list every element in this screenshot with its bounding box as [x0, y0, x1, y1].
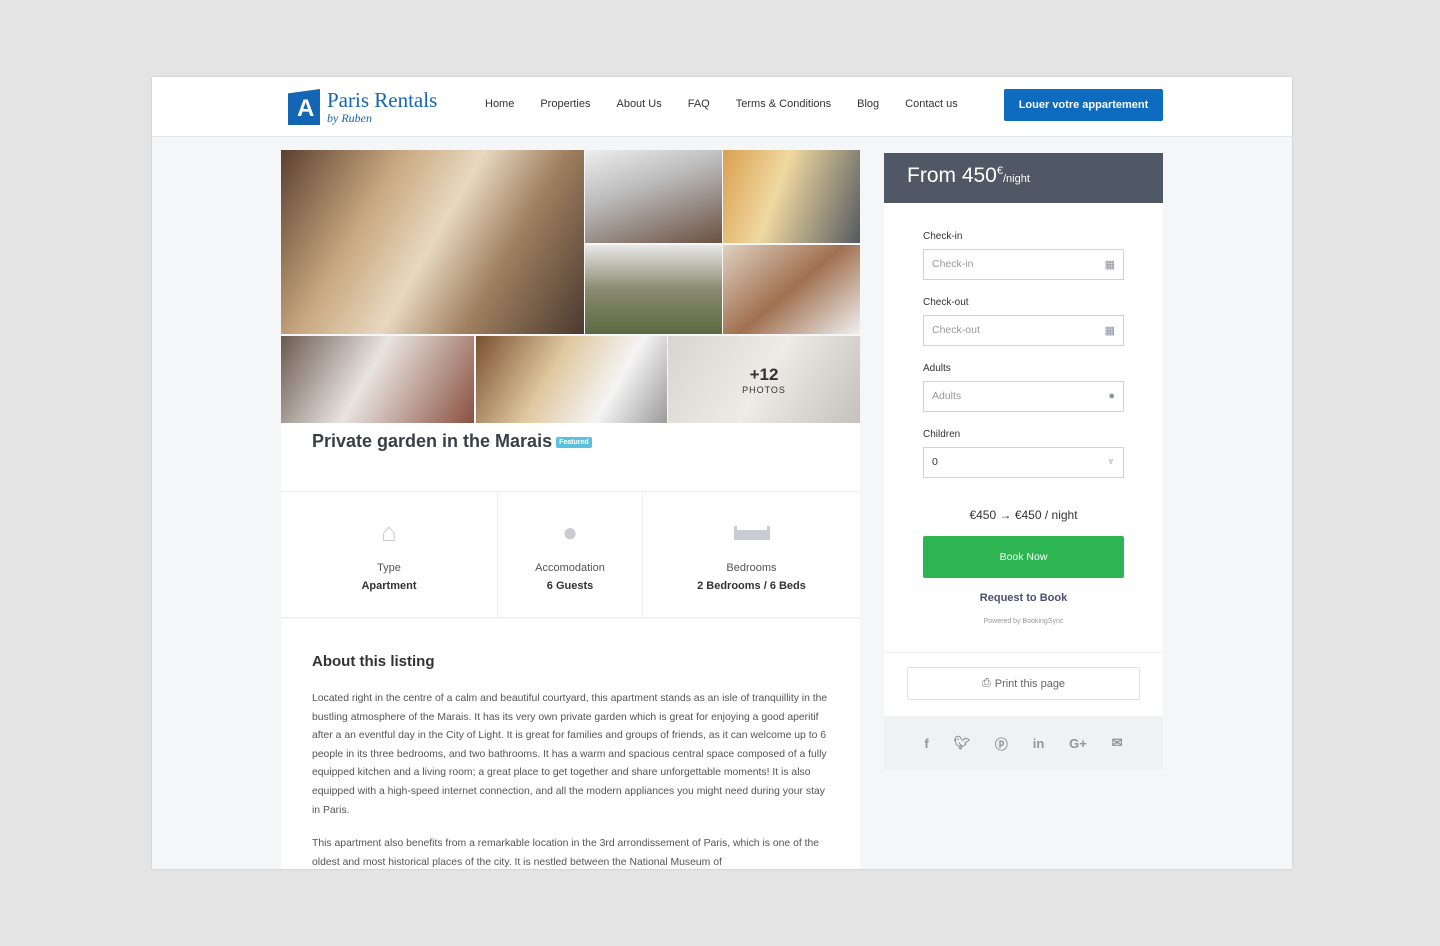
price-total: €450 → €450 / night: [969, 508, 1078, 522]
children-input[interactable]: 0 ♆: [923, 447, 1124, 478]
children-label: Children: [923, 429, 961, 440]
linkedin-icon[interactable]: in: [1033, 736, 1045, 751]
gallery-photo[interactable]: [585, 150, 722, 243]
printer-icon: ⎙: [981, 677, 991, 689]
about-paragraph: This apartment also benefits from a rema…: [312, 838, 820, 868]
house-icon: ⌂: [381, 517, 397, 547]
listing-features: ⌂ Type Apartment ● Accomodation 6 Guests…: [281, 491, 860, 618]
booking-sidebar: From 450€/night Check-in Check-in ▦ Check…: [884, 153, 1163, 770]
about-title: About this listing: [312, 653, 435, 670]
feature-label: Accomodation: [535, 562, 605, 574]
feature-label: Bedrooms: [726, 562, 777, 574]
checkin-input[interactable]: Check-in ▦: [923, 249, 1124, 280]
powered-by: Powered by BookingSync: [983, 618, 1064, 625]
nav-terms[interactable]: Terms & Conditions: [736, 98, 831, 110]
about-paragraph: Located right in the centre of a calm an…: [312, 693, 828, 816]
print-section: ⎙ Print this page: [884, 652, 1163, 716]
logo[interactable]: A Paris Rentals by Ruben: [288, 89, 437, 126]
gallery-photo[interactable]: [723, 245, 860, 334]
gallery-photo[interactable]: [585, 245, 722, 334]
main-nav: Home Properties About Us FAQ Terms & Con…: [485, 98, 958, 110]
feature-value: 6 Guests: [546, 580, 594, 592]
book-now-button[interactable]: Book Now: [923, 536, 1124, 578]
feature-bedrooms: Bedrooms 2 Bedrooms / 6 Beds: [643, 492, 860, 617]
rent-your-apartment-button[interactable]: Louer votre appartement: [1004, 89, 1163, 121]
user-icon: ●: [562, 517, 578, 547]
listing-title: Private garden in the Marais: [312, 431, 553, 451]
feature-type: ⌂ Type Apartment: [281, 492, 498, 617]
checkin-placeholder: Check-in: [932, 258, 974, 270]
nav-blog[interactable]: Blog: [857, 98, 879, 110]
feature-accommodation: ● Accomodation 6 Guests: [498, 492, 643, 617]
print-button[interactable]: ⎙ Print this page: [907, 667, 1140, 700]
email-icon[interactable]: ✉: [1112, 735, 1123, 751]
print-label: Print this page: [994, 677, 1066, 690]
gallery-photo-main[interactable]: [281, 150, 584, 334]
feature-value: 2 Bedrooms / 6 Beds: [697, 580, 806, 592]
facebook-icon[interactable]: f: [924, 736, 928, 751]
featured-badge: Featured: [556, 436, 592, 448]
gallery-photo[interactable]: [723, 150, 860, 243]
booking-form: Check-in Check-in ▦ Check-out Check-out ▦ …: [884, 203, 1163, 652]
google-plus-icon[interactable]: G+: [1069, 736, 1087, 751]
request-to-book-link[interactable]: Request to Book: [923, 592, 1124, 604]
adults-label: Adults: [923, 363, 951, 374]
twitter-icon[interactable]: 🐦︎: [954, 735, 971, 751]
price-unit: /night: [1003, 173, 1030, 185]
gallery-photo[interactable]: [281, 336, 474, 423]
user-icon: ●: [1108, 390, 1115, 402]
checkout-input[interactable]: Check-out ▦: [923, 315, 1124, 346]
nav-faq[interactable]: FAQ: [688, 98, 710, 110]
eiffel-tower-icon: A: [288, 89, 320, 125]
price-bar: From 450€/night: [884, 153, 1163, 203]
adults-placeholder: Adults: [932, 390, 962, 402]
checkout-label: Check-out: [923, 297, 969, 308]
checkout-placeholder: Check-out: [932, 324, 980, 336]
nav-contact[interactable]: Contact us: [905, 98, 958, 110]
nav-about[interactable]: About Us: [616, 98, 661, 110]
social-share: f 🐦︎ ⓟ in G+ ✉: [884, 716, 1163, 770]
brand-sub: by Ruben: [327, 111, 372, 125]
about-section: About this listing Located right in the …: [281, 619, 860, 869]
nav-home[interactable]: Home: [485, 98, 514, 110]
calendar-icon: ▦: [1104, 325, 1115, 337]
bed-icon: [733, 518, 770, 546]
brand-name: Paris Rentals: [327, 88, 438, 112]
more-photos-count: +12: [749, 364, 779, 384]
more-photos-label: PHOTOS: [742, 384, 786, 395]
gallery-more-photos[interactable]: +12 PHOTOS: [668, 336, 860, 423]
feature-label: Type: [377, 562, 401, 574]
children-value: 0: [932, 456, 938, 468]
site-header: A Paris Rentals by Ruben Home Properties …: [152, 77, 1292, 137]
checkin-label: Check-in: [923, 231, 963, 242]
listing-title-card: Private garden in the Marais Featured: [281, 423, 860, 491]
calendar-icon: ▦: [1104, 259, 1115, 271]
adults-input[interactable]: Adults ●: [923, 381, 1124, 412]
child-icon: ♆: [1106, 456, 1115, 468]
feature-value: Apartment: [361, 580, 417, 592]
price-value: From 450: [907, 164, 997, 187]
gallery-photo[interactable]: [476, 336, 667, 423]
browser-window: A Paris Rentals by Ruben Home Properties …: [152, 77, 1292, 869]
pinterest-icon[interactable]: ⓟ: [995, 734, 1008, 753]
nav-properties[interactable]: Properties: [540, 98, 590, 110]
